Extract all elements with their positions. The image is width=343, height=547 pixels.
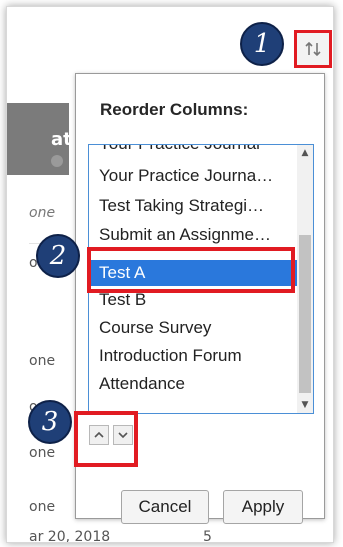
listbox-scrollbar[interactable]: ▲ ▼: [297, 145, 313, 413]
scrollbar-thumb[interactable]: [299, 235, 311, 393]
reorder-columns-icon: [305, 41, 321, 57]
grid-cell: ar 20, 2018: [29, 529, 111, 543]
list-item[interactable]: Submit an Assignme…: [99, 224, 299, 246]
grid-cell: one: [29, 499, 56, 515]
callout-badge: 3: [28, 400, 72, 444]
list-item[interactable]: Attendance: [99, 373, 299, 395]
list-item[interactable]: Test Taking Strategi…: [99, 195, 299, 217]
move-buttons-highlight: [74, 411, 138, 467]
grid-cell: one: [29, 445, 56, 461]
column-header-icon: [51, 155, 63, 167]
callout-badge: 2: [36, 234, 80, 278]
callout-badge: 1: [240, 22, 284, 66]
popup-title: Reorder Columns:: [100, 100, 249, 119]
scroll-up-arrow-icon[interactable]: ▲: [297, 145, 313, 161]
grid-cell: 5: [203, 529, 212, 543]
grid-cell: one: [29, 353, 56, 369]
scroll-down-arrow-icon[interactable]: ▼: [297, 397, 313, 413]
cancel-button[interactable]: Cancel: [121, 490, 209, 524]
grid-cell: one: [29, 205, 56, 221]
selected-item-highlight: [87, 247, 295, 293]
list-item[interactable]: Your Practice Journa…: [99, 165, 299, 187]
reorder-columns-button[interactable]: [294, 30, 332, 68]
column-header-background: ate: [7, 103, 84, 175]
apply-button[interactable]: Apply: [223, 490, 303, 524]
list-item[interactable]: Your Practice Journal: [99, 145, 299, 155]
list-item[interactable]: Course Survey: [99, 317, 299, 339]
list-item[interactable]: Introduction Forum: [99, 345, 299, 367]
